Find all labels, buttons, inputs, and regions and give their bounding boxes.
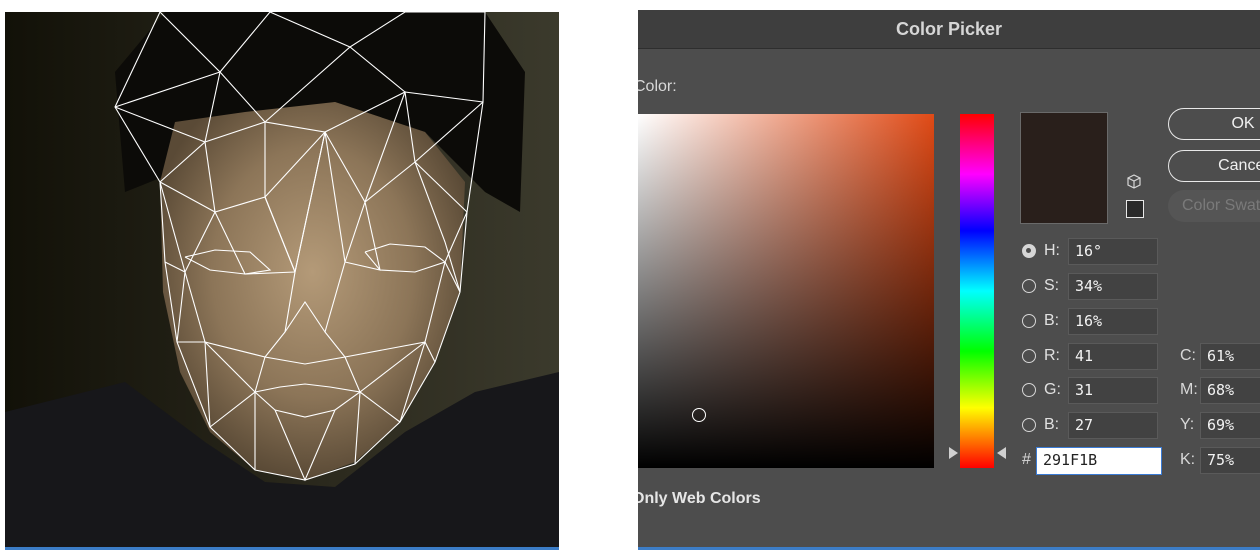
- hex-symbol: #: [1022, 451, 1031, 468]
- green-input[interactable]: 31: [1068, 377, 1158, 404]
- ok-button[interactable]: OK: [1168, 108, 1260, 140]
- red-label: R:: [1044, 347, 1060, 364]
- photo-bottom-border: [5, 547, 559, 550]
- saturation-radio[interactable]: [1022, 279, 1036, 293]
- brightness-input[interactable]: 16%: [1068, 308, 1158, 335]
- only-web-colors-checkbox[interactable]: Only Web Colors: [638, 490, 761, 508]
- face-mesh-image: [5, 12, 559, 550]
- blue-label: B:: [1044, 416, 1060, 433]
- saturation-input[interactable]: 34%: [1068, 273, 1158, 300]
- face-photo: [5, 12, 559, 550]
- hue-slider[interactable]: [960, 114, 994, 468]
- green-label: G:: [1044, 381, 1061, 398]
- red-radio[interactable]: [1022, 349, 1036, 363]
- saturation-brightness-field[interactable]: [638, 114, 934, 468]
- saturation-label: S:: [1044, 277, 1060, 294]
- color-swatches-button[interactable]: Color Swatches: [1168, 190, 1260, 222]
- magenta-label: M:: [1180, 381, 1198, 398]
- red-input[interactable]: 41: [1068, 343, 1158, 370]
- dialog-bottom-border: [638, 547, 1260, 550]
- blue-radio[interactable]: [1022, 418, 1036, 432]
- dialog-title: Color Picker: [895, 19, 1003, 39]
- title-bar[interactable]: Color Picker: [638, 10, 1260, 49]
- hue-slider-right-handle[interactable]: [997, 447, 1006, 459]
- color-label: Color:: [638, 78, 677, 95]
- hue-radio[interactable]: [1022, 244, 1036, 258]
- blue-input[interactable]: 27: [1068, 412, 1158, 439]
- yellow-input[interactable]: 69%: [1200, 412, 1260, 439]
- hue-slider-left-handle[interactable]: [949, 447, 958, 459]
- current-color-swatch: [1020, 112, 1108, 224]
- black-input[interactable]: 75%: [1200, 447, 1260, 474]
- cyan-input[interactable]: 61%: [1200, 343, 1260, 370]
- hue-label: H:: [1044, 242, 1060, 259]
- color-picker-dialog: Color Picker Color: OK Cancel Color Swat…: [638, 10, 1260, 550]
- web-safe-color-swatch[interactable]: [1126, 200, 1144, 218]
- magenta-input[interactable]: 68%: [1200, 377, 1260, 404]
- brightness-radio[interactable]: [1022, 314, 1036, 328]
- cancel-button[interactable]: Cancel: [1168, 150, 1260, 182]
- brightness-label: B:: [1044, 312, 1060, 329]
- color-cursor[interactable]: [692, 408, 706, 422]
- green-radio[interactable]: [1022, 383, 1036, 397]
- black-label: K:: [1180, 451, 1196, 468]
- cyan-label: C:: [1180, 347, 1196, 364]
- out-of-gamut-cube-icon[interactable]: [1126, 174, 1142, 190]
- yellow-label: Y:: [1180, 416, 1195, 433]
- hex-input[interactable]: 291F1B: [1036, 447, 1162, 475]
- hue-input[interactable]: 16°: [1068, 238, 1158, 265]
